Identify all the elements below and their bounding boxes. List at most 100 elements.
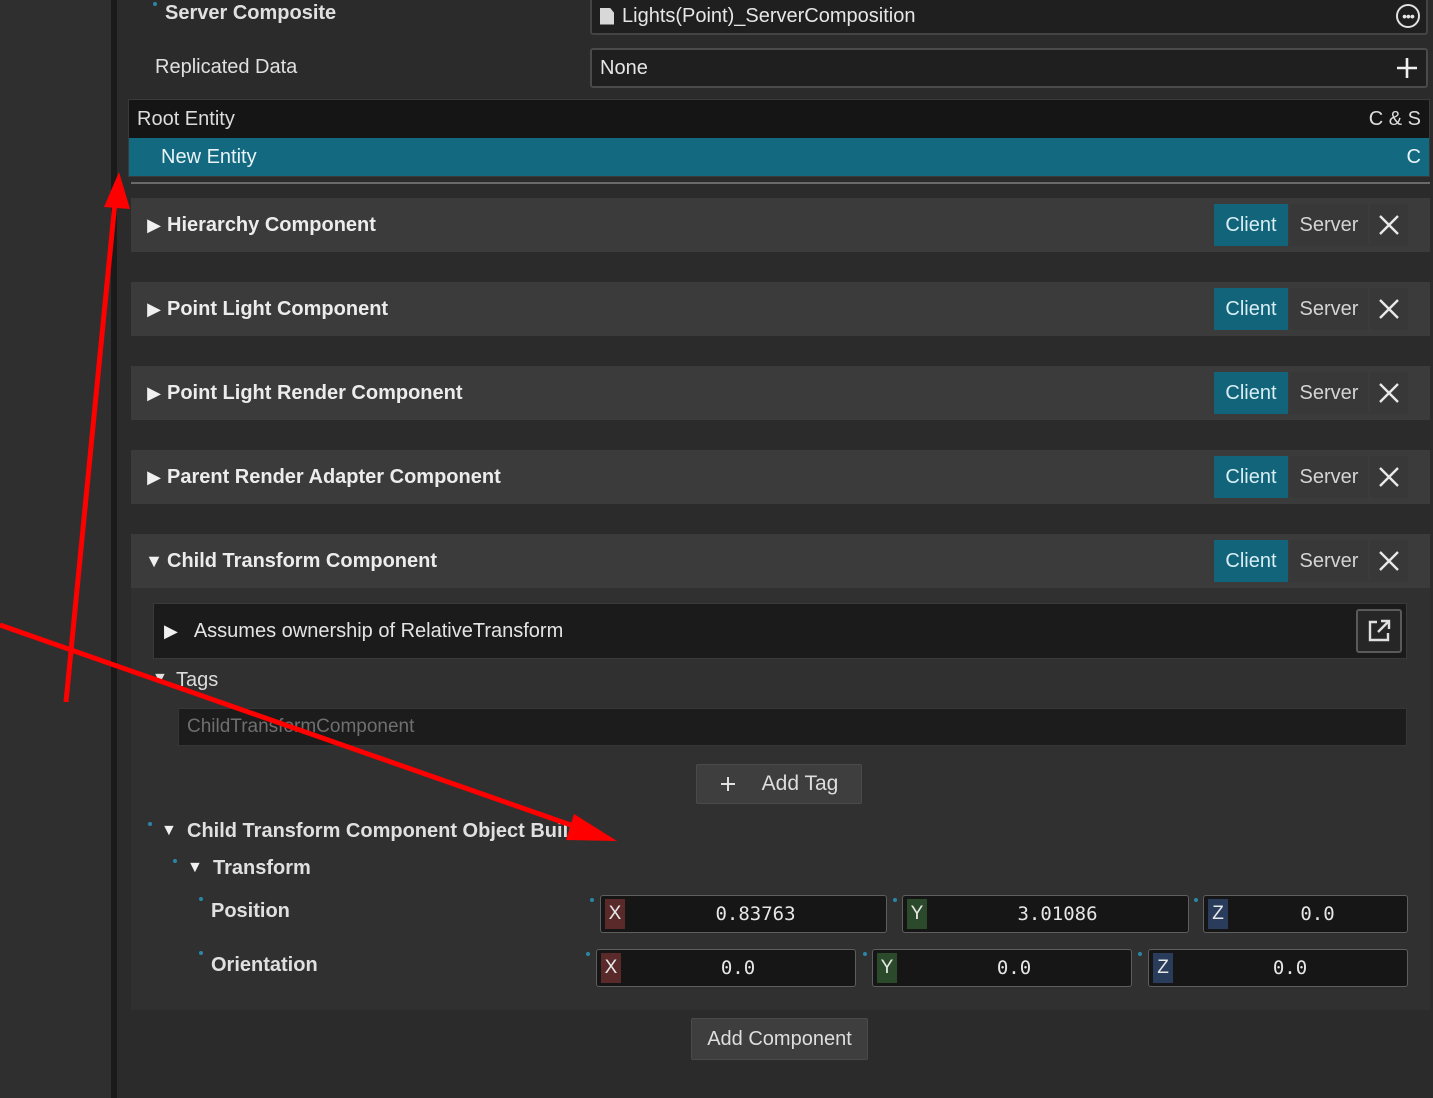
component-title: Point Light Component: [167, 297, 389, 320]
server-button[interactable]: Server: [1290, 204, 1368, 246]
plus-icon: [720, 777, 735, 791]
expand-arrow-icon[interactable]: ▶: [141, 467, 167, 488]
collapse-arrow-icon[interactable]: ▼: [141, 551, 167, 572]
remove-component-button[interactable]: [1370, 372, 1408, 414]
entity-row-root[interactable]: Root Entity C & S: [129, 100, 1429, 138]
property-indicator-dot: [863, 952, 867, 956]
remove-component-button[interactable]: [1370, 288, 1408, 330]
property-indicator-dot: [590, 898, 594, 902]
position-x-value: 0.83763: [715, 903, 796, 925]
entity-replication-tag: C: [1406, 145, 1421, 168]
ownership-text: Assumes ownership of RelativeTransform: [193, 619, 564, 642]
client-button[interactable]: Client: [1214, 204, 1288, 246]
component-title: Parent Render Adapter Component: [167, 465, 501, 488]
entity-name: Root Entity: [137, 107, 235, 130]
component-header-child-transform[interactable]: ▼ Child Transform Component Client Serve…: [131, 534, 1430, 588]
x-axis-label: X: [601, 953, 621, 983]
replicated-data-field[interactable]: None: [590, 48, 1428, 88]
server-button[interactable]: Server: [1290, 288, 1368, 330]
component-title: Hierarchy Component: [167, 213, 376, 236]
open-external-button[interactable]: [1356, 609, 1402, 653]
close-icon: [1379, 383, 1399, 403]
y-axis-label: Y: [907, 899, 927, 929]
component-header-point-light[interactable]: ▶ Point Light Component Client Server: [131, 282, 1430, 336]
position-x-field[interactable]: X 0.83763: [600, 895, 887, 933]
divider: [131, 182, 1430, 184]
left-panel: [0, 0, 111, 1098]
orientation-z-field[interactable]: Z 0.0: [1148, 949, 1408, 987]
expand-arrow-icon[interactable]: ▶: [141, 383, 167, 404]
plus-icon[interactable]: [1396, 57, 1418, 79]
position-z-value: 0.0: [1300, 903, 1335, 925]
orientation-y-value: 0.0: [996, 957, 1032, 979]
server-composite-value: Lights(Point)_ServerComposition: [622, 4, 916, 27]
remove-component-button[interactable]: [1370, 456, 1408, 498]
orientation-label: Orientation: [211, 954, 318, 976]
entity-row-new[interactable]: New Entity C: [129, 138, 1429, 176]
position-y-field[interactable]: Y 3.01086: [902, 895, 1189, 933]
expand-arrow-icon[interactable]: ▶: [164, 621, 178, 642]
orientation-x-field[interactable]: X 0.0: [596, 949, 856, 987]
external-link-icon: [1368, 619, 1391, 642]
position-z-field[interactable]: Z 0.0: [1203, 895, 1408, 933]
component-header-point-light-render[interactable]: ▶ Point Light Render Component Client Se…: [131, 366, 1430, 420]
property-indicator-dot: [148, 822, 152, 826]
client-button[interactable]: Client: [1214, 288, 1288, 330]
remove-component-button[interactable]: [1370, 204, 1408, 246]
add-component-button[interactable]: Add Component: [691, 1018, 868, 1060]
orientation-x-value: 0.0: [720, 957, 756, 979]
add-tag-label: Add Tag: [761, 772, 839, 795]
property-indicator-dot: [1138, 952, 1142, 956]
replicated-data-label: Replicated Data: [155, 56, 298, 78]
z-axis-label: Z: [1208, 899, 1228, 929]
collapse-arrow-icon[interactable]: ▼: [161, 822, 177, 840]
close-icon: [1379, 299, 1399, 319]
component-header-parent-render-adapter[interactable]: ▶ Parent Render Adapter Component Client…: [131, 450, 1430, 504]
entity-name: New Entity: [161, 145, 257, 168]
client-button[interactable]: Client: [1214, 456, 1288, 498]
replicated-data-value: None: [600, 56, 648, 79]
server-button[interactable]: Server: [1290, 372, 1368, 414]
property-indicator-dot: [199, 897, 203, 901]
client-button[interactable]: Client: [1214, 372, 1288, 414]
y-axis-label: Y: [877, 953, 897, 983]
component-title: Point Light Render Component: [167, 381, 463, 404]
orientation-y-field[interactable]: Y 0.0: [872, 949, 1132, 987]
client-button[interactable]: Client: [1214, 540, 1288, 582]
close-icon: [1379, 551, 1399, 571]
collapse-arrow-icon[interactable]: ▼: [187, 859, 203, 877]
property-indicator-dot: [199, 951, 203, 955]
property-indicator-dot: [1194, 898, 1198, 902]
expand-arrow-icon[interactable]: ▶: [141, 215, 167, 236]
position-y-value: 3.01086: [1017, 903, 1098, 925]
entity-list: Root Entity C & S New Entity C: [128, 99, 1430, 177]
server-composite-field[interactable]: Lights(Point)_ServerComposition •••: [590, 0, 1428, 35]
close-icon: [1379, 467, 1399, 487]
property-indicator-dot: [153, 2, 157, 6]
collapse-arrow-icon[interactable]: ▼: [152, 670, 168, 688]
tag-input[interactable]: ChildTransformComponent: [178, 708, 1407, 746]
ownership-panel[interactable]: ▶ Assumes ownership of RelativeTransform: [153, 603, 1407, 659]
expand-arrow-icon[interactable]: ▶: [141, 299, 167, 320]
close-icon: [1379, 215, 1399, 235]
server-button[interactable]: Server: [1290, 456, 1368, 498]
orientation-z-value: 0.0: [1272, 957, 1308, 979]
position-label: Position: [211, 900, 290, 922]
server-composite-label: Server Composite: [165, 2, 337, 24]
file-icon: [600, 7, 614, 25]
component-title: Child Transform Component: [167, 549, 437, 572]
transform-label: Transform: [213, 857, 311, 879]
add-tag-button[interactable]: Add Tag: [696, 764, 862, 804]
more-options-icon[interactable]: •••: [1396, 4, 1420, 28]
x-axis-label: X: [605, 899, 625, 929]
property-indicator-dot: [586, 952, 590, 956]
object-builder-label: Child Transform Component Object Builder: [187, 820, 579, 842]
remove-component-button[interactable]: [1370, 540, 1408, 582]
component-header-hierarchy[interactable]: ▶ Hierarchy Component Client Server: [131, 198, 1430, 252]
property-indicator-dot: [173, 859, 177, 863]
property-indicator-dot: [893, 898, 897, 902]
z-axis-label: Z: [1153, 953, 1173, 983]
entity-replication-tag: C & S: [1368, 107, 1421, 130]
server-button[interactable]: Server: [1290, 540, 1368, 582]
tags-label: Tags: [176, 669, 219, 691]
